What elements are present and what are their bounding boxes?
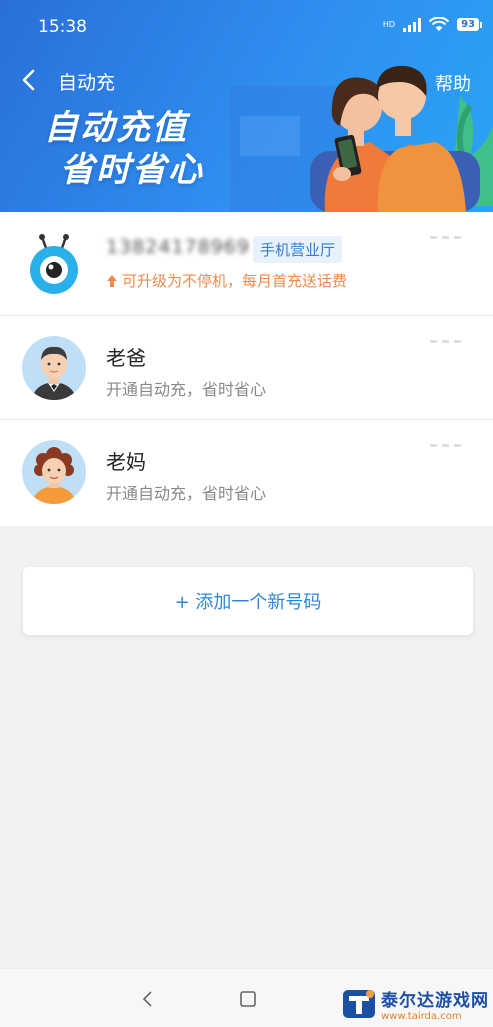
- contact-subtitle: 开通自动充，省时省心: [106, 484, 267, 503]
- list-item-mom[interactable]: 老妈 开通自动充，省时省心: [0, 420, 493, 526]
- site-logo-icon: [343, 990, 375, 1018]
- phone-number: 13824178969: [106, 236, 250, 258]
- contact-name: 老妈: [106, 450, 146, 474]
- more-icon[interactable]: [430, 236, 461, 239]
- banner-header: 15:38 HD 93 自动充 帮助 自动充值 省时省心: [0, 0, 493, 212]
- couple-illustration: [230, 65, 493, 212]
- banner-slogan-line2: 省时省心: [60, 150, 204, 190]
- battery-icon: 93: [457, 18, 482, 31]
- mom-avatar: [22, 440, 86, 504]
- page-title: 自动充: [58, 72, 116, 94]
- contact-name: 老爸: [106, 346, 146, 370]
- signal-icon: [403, 17, 422, 32]
- list-item-self[interactable]: 13824178969 手机营业厅 可升级为不停机，每月首充送话费: [0, 212, 493, 316]
- mascot-avatar: [22, 232, 86, 296]
- more-icon[interactable]: [430, 444, 461, 447]
- status-time: 15:38: [38, 17, 87, 37]
- upgrade-tip: 可升级为不停机，每月首充送话费: [106, 270, 347, 291]
- service-tag: 手机营业厅: [253, 236, 343, 263]
- add-number-button[interactable]: + 添加一个新号码: [23, 567, 473, 635]
- contact-list: 13824178969 手机营业厅 可升级为不停机，每月首充送话费 老爸 开通自…: [0, 212, 493, 526]
- nav-home-button[interactable]: [236, 987, 260, 1011]
- status-bar: 15:38 HD 93: [0, 0, 493, 52]
- upgrade-tip-text: 可升级为不停机，每月首充送话费: [122, 272, 348, 290]
- watermark-title: 泰尔达游戏网: [381, 991, 489, 1011]
- wifi-icon: [429, 17, 450, 31]
- watermark-url: www.tairda.com: [381, 1011, 462, 1022]
- more-icon[interactable]: [430, 340, 461, 343]
- arrow-up-icon: [107, 274, 117, 287]
- home-square-icon: [240, 991, 256, 1007]
- nav-back-button[interactable]: [136, 987, 160, 1011]
- watermark-text: 泰尔达游戏网 www.tairda.com: [381, 986, 489, 1022]
- list-item-dad[interactable]: 老爸 开通自动充，省时省心: [0, 316, 493, 420]
- chevron-left-icon: [22, 69, 35, 91]
- back-button[interactable]: [18, 68, 42, 92]
- back-triangle-icon: [142, 991, 152, 1007]
- watermark: 泰尔达游戏网 www.tairda.com: [341, 986, 489, 1022]
- contact-subtitle: 开通自动充，省时省心: [106, 380, 267, 399]
- hd-label: HD: [382, 20, 396, 29]
- dad-avatar: [22, 336, 86, 400]
- status-icons: HD 93: [382, 17, 482, 32]
